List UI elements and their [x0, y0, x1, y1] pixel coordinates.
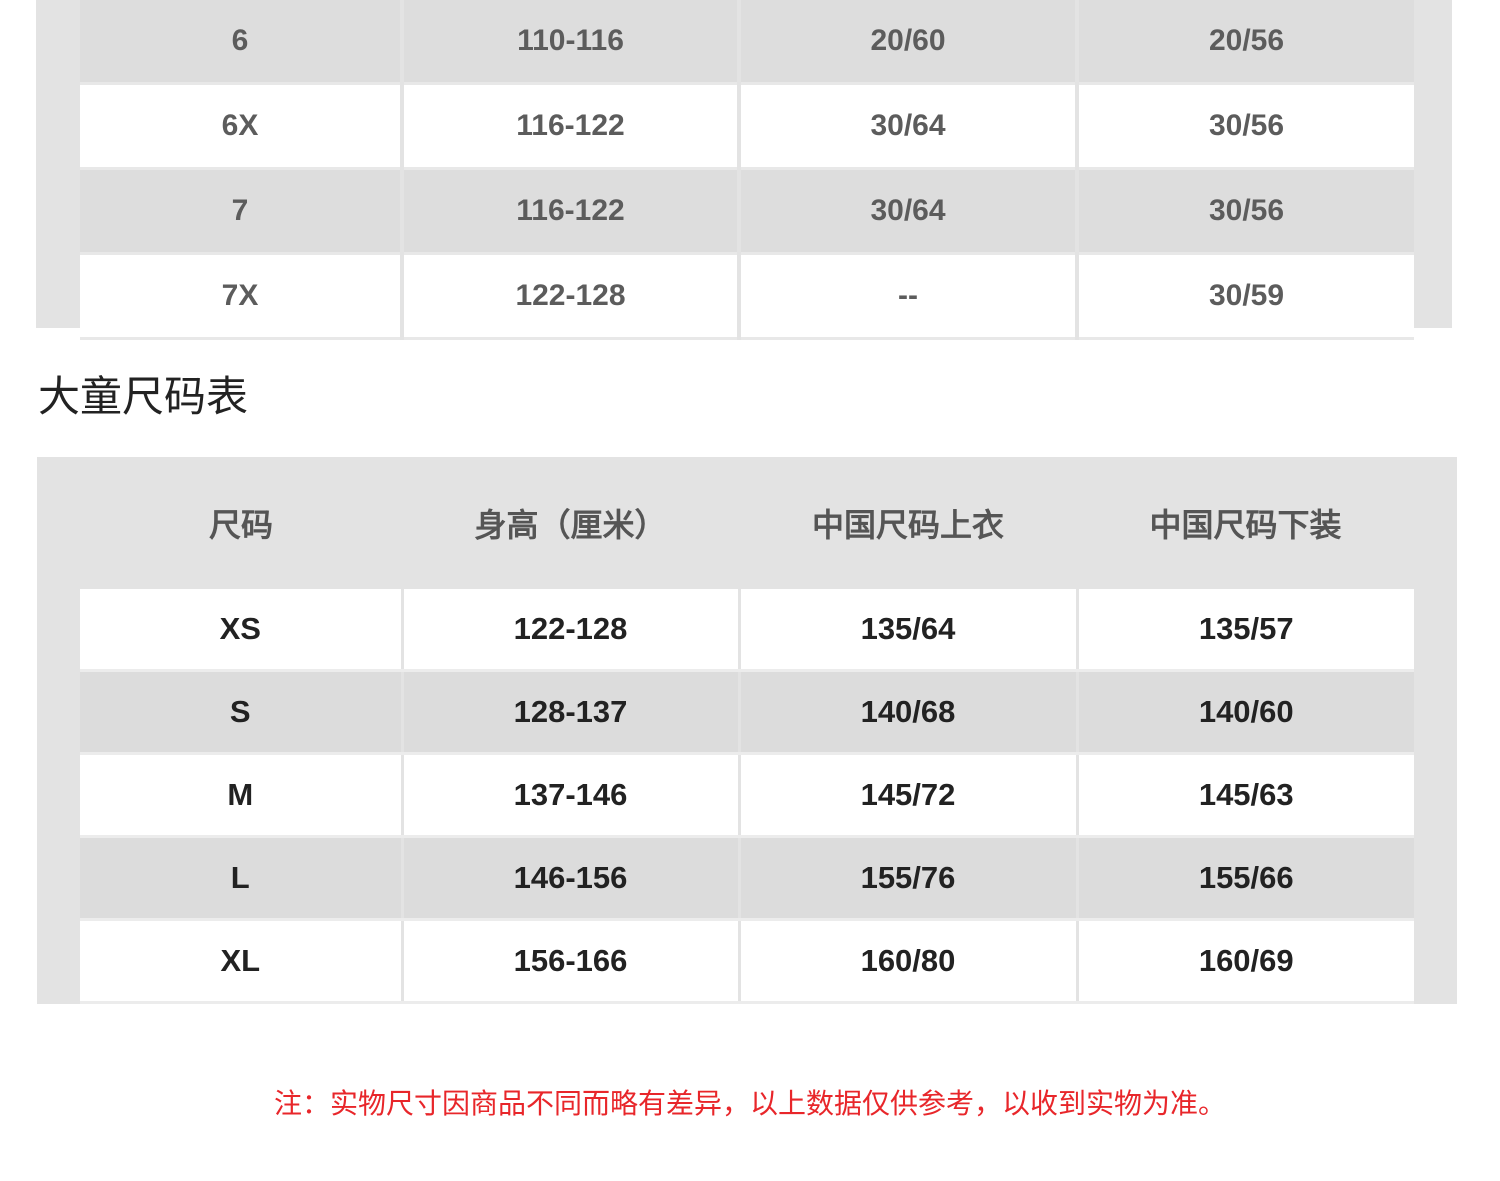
table-row: 6X 116-122 30/64 30/56: [80, 83, 1414, 170]
height-cell: 116-122: [402, 168, 741, 255]
height-cell: 128-137: [402, 670, 741, 755]
bottom-size-cell: 160/69: [1077, 919, 1414, 1004]
bottom-size-cell: 30/56: [1077, 168, 1414, 255]
top-size-cell: --: [739, 253, 1079, 340]
top-size-cell: 145/72: [739, 753, 1079, 838]
table-row: 7X 122-128 -- 30/59: [80, 253, 1414, 340]
size-table: XS 122-128 135/64 135/57 S 128-137 140/6…: [80, 589, 1414, 1004]
size-cell: XS: [80, 589, 404, 672]
table-row: 7 116-122 30/64 30/56: [80, 168, 1414, 255]
bottom-size-cell: 20/56: [1077, 0, 1414, 85]
header-size: 尺码: [208, 506, 273, 544]
bottom-size-cell: 155/66: [1077, 836, 1414, 921]
bottom-size-cell: 140/60: [1077, 670, 1414, 755]
table-header: 尺码 身高（厘米） 中国尺码上衣 中国尺码下装: [80, 457, 1414, 589]
top-size-cell: 20/60: [739, 0, 1079, 85]
height-cell: 110-116: [402, 0, 741, 85]
table-row: XS 122-128 135/64 135/57: [80, 589, 1414, 672]
kids-size-table-continued: 6 110-116 20/60 20/56 6X 116-122 30/64 3…: [36, 0, 1452, 340]
height-cell: 137-146: [402, 753, 741, 838]
header-top-size: 中国尺码上衣: [811, 506, 1004, 544]
header-bottom-size: 中国尺码下装: [1149, 506, 1342, 544]
table-row: 6 110-116 20/60 20/56: [80, 0, 1414, 85]
size-table: 6 110-116 20/60 20/56 6X 116-122 30/64 3…: [80, 0, 1414, 340]
size-cell: L: [80, 836, 404, 921]
top-size-cell: 140/68: [739, 670, 1079, 755]
section-title: 大童尺码表: [38, 372, 249, 421]
size-cell: S: [80, 670, 404, 755]
size-cell: 7: [80, 168, 404, 255]
top-size-cell: 30/64: [739, 168, 1079, 255]
height-cell: 156-166: [402, 919, 741, 1004]
table-row: S 128-137 140/68 140/60: [80, 670, 1414, 755]
size-cell: 6: [80, 0, 404, 85]
top-size-cell: 160/80: [739, 919, 1079, 1004]
disclaimer-note: 注：实物尺寸因商品不同而略有差异，以上数据仅供参考，以收到实物为准。: [273, 1087, 1226, 1120]
size-cell: 7X: [80, 253, 404, 340]
size-cell: XL: [80, 919, 404, 1004]
height-cell: 122-128: [402, 253, 741, 340]
top-size-cell: 135/64: [739, 589, 1079, 672]
height-cell: 122-128: [402, 589, 741, 672]
table-row: XL 156-166 160/80 160/69: [80, 919, 1414, 1004]
table-row: M 137-146 145/72 145/63: [80, 753, 1414, 838]
bottom-size-cell: 135/57: [1077, 589, 1414, 672]
bottom-size-cell: 30/59: [1077, 253, 1414, 340]
top-size-cell: 155/76: [739, 836, 1079, 921]
size-cell: 6X: [80, 83, 404, 170]
bottom-size-cell: 30/56: [1077, 83, 1414, 170]
height-cell: 116-122: [402, 83, 741, 170]
big-kids-size-table: 尺码 身高（厘米） 中国尺码上衣 中国尺码下装 XS 122-128 135/6…: [37, 457, 1457, 1004]
height-cell: 146-156: [402, 836, 741, 921]
bottom-size-cell: 145/63: [1077, 753, 1414, 838]
size-cell: M: [80, 753, 404, 838]
header-height: 身高（厘米）: [474, 506, 667, 544]
top-size-cell: 30/64: [739, 83, 1079, 170]
table-row: L 146-156 155/76 155/66: [80, 836, 1414, 921]
